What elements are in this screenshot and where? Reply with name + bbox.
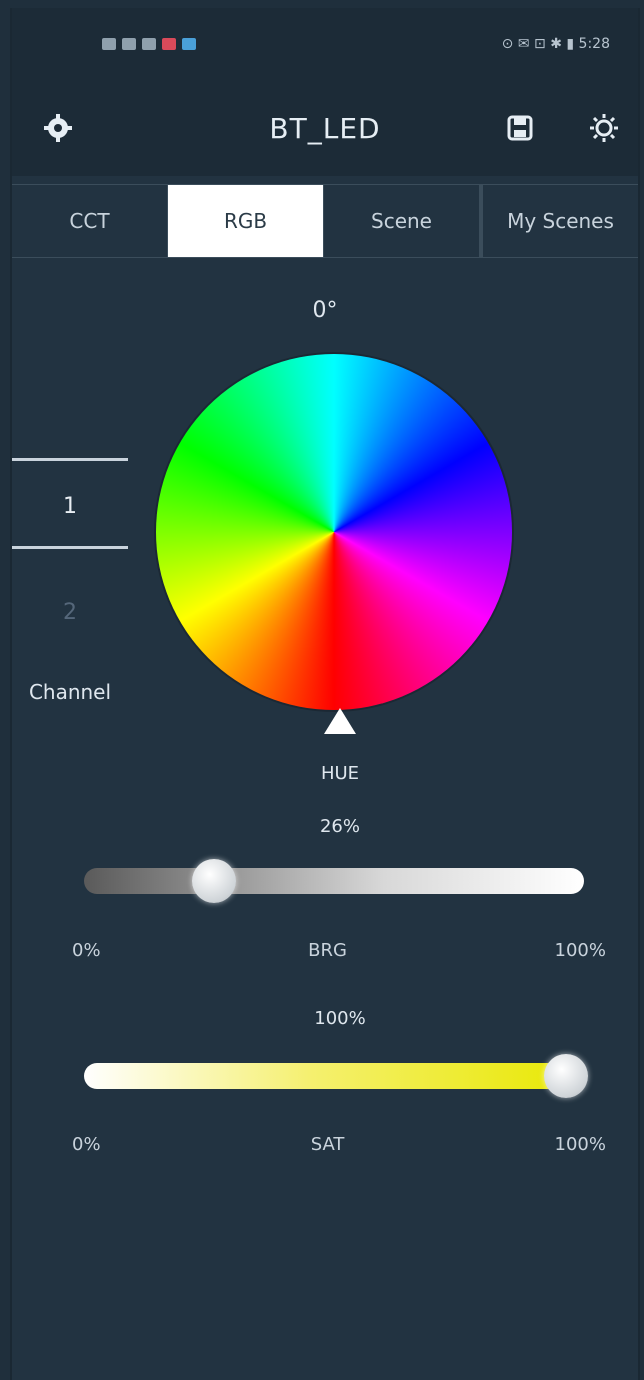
tab-my-scenes[interactable]: My Scenes — [480, 185, 638, 257]
mode-tabs: CCT RGB Scene My Scenes — [12, 184, 638, 258]
status-right: ⊙ ✉ ⊡ ✱ ▮ 5:28 — [501, 36, 610, 52]
color-wheel[interactable] — [156, 354, 512, 710]
brightness-sun-icon[interactable] — [582, 106, 626, 150]
saturation-max-label: 100% — [554, 1134, 606, 1155]
tab-scene[interactable]: Scene — [324, 185, 480, 257]
app-icon-red — [162, 38, 176, 50]
brightness-name-label: BRG — [308, 940, 347, 961]
tab-cct[interactable]: CCT — [12, 185, 168, 257]
saturation-slider[interactable] — [84, 1063, 584, 1089]
brightness-min-label: 0% — [72, 940, 101, 961]
signal-icon — [102, 38, 116, 50]
saturation-name-label: SAT — [310, 1134, 345, 1155]
status-bar: ⊙ ✉ ⊡ ✱ ▮ 5:28 — [12, 8, 638, 80]
app-icon-blue — [182, 38, 196, 50]
hue-label: HUE — [320, 763, 360, 784]
channel-divider-top — [12, 458, 128, 461]
hue-pointer-icon[interactable] — [324, 708, 356, 734]
channel-option-next[interactable]: 2 — [12, 600, 128, 625]
saturation-slider-thumb[interactable] — [544, 1054, 588, 1098]
saturation-scale: 0% SAT 100% — [72, 1134, 606, 1155]
app-screen: ⊙ ✉ ⊡ ✱ ▮ 5:28 BT_LED CCT RGB Scene My S… — [10, 8, 640, 1380]
notification-icon — [142, 38, 156, 50]
wifi-icon — [122, 38, 136, 50]
status-left-icons — [102, 38, 196, 50]
channel-divider-bottom — [12, 546, 128, 549]
brightness-slider-thumb[interactable] — [192, 859, 236, 903]
channel-option-selected[interactable]: 1 — [12, 494, 128, 519]
channel-label: Channel — [28, 680, 112, 704]
app-title: BT_LED — [269, 111, 381, 145]
saturation-percent: 100% — [314, 1008, 366, 1029]
hue-degree-readout: 0° — [312, 298, 338, 323]
saturation-min-label: 0% — [72, 1134, 101, 1155]
save-icon[interactable] — [498, 106, 542, 150]
tab-rgb[interactable]: RGB — [168, 185, 324, 257]
brightness-scale: 0% BRG 100% — [72, 940, 606, 961]
channel-picker[interactable]: 1 2 Channel — [12, 458, 142, 718]
brightness-slider[interactable] — [84, 868, 584, 894]
brightness-percent: 26% — [319, 816, 360, 837]
app-bar: BT_LED — [12, 80, 638, 176]
brightness-max-label: 100% — [554, 940, 606, 961]
hue-wheel-gradient[interactable] — [156, 354, 512, 710]
